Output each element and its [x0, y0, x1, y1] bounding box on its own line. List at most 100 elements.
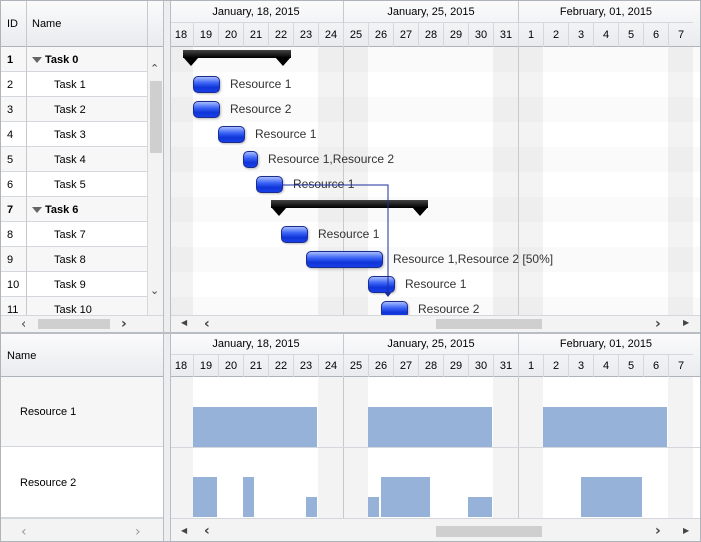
resource-name: Resource 2	[20, 476, 77, 489]
task-row[interactable]: 5 Task 4	[1, 147, 147, 172]
task-bar[interactable]	[381, 301, 408, 315]
task-bar[interactable]	[193, 101, 220, 118]
scroll-right-icon[interactable]: ›	[655, 317, 661, 331]
task-row[interactable]: 11 Task 10	[1, 297, 147, 315]
task-row[interactable]: 8 Task 7	[1, 222, 147, 247]
task-name-cell: Task 10	[27, 297, 147, 316]
grid-vertical-scrollbar[interactable]: ⌃ ⌄	[147, 47, 163, 315]
task-bar[interactable]	[193, 76, 220, 93]
day-header: 31	[493, 355, 518, 377]
task-name-cell: Task 1	[27, 72, 147, 97]
column-header-id[interactable]: ID	[1, 1, 27, 47]
timeline-horizontal-scrollbar[interactable]: ◀ ‹ › ▶	[171, 315, 700, 332]
task-bar[interactable]	[256, 176, 283, 193]
scroll-down-icon[interactable]: ⌄	[150, 285, 159, 296]
task-row[interactable]: 7 Task 6	[1, 197, 147, 222]
task-bar[interactable]	[306, 251, 383, 268]
task-row[interactable]: 6 Task 5	[1, 172, 147, 197]
expand-collapse-icon[interactable]	[32, 56, 42, 63]
column-header-name-label: Name	[32, 18, 62, 30]
task-id: 10	[1, 272, 27, 297]
grid-horizontal-scrollbar-thumb[interactable]	[38, 319, 110, 329]
row-stripe	[171, 197, 700, 222]
task-name-cell: Task 5	[27, 172, 147, 197]
timeline-header: January, 18, 2015 January, 25, 2015 Februa…	[171, 1, 700, 47]
scroll-first-icon[interactable]: ◀	[181, 319, 187, 327]
task-bar[interactable]	[368, 276, 395, 293]
task-row[interactable]: 3 Task 2	[1, 97, 147, 122]
resource-row[interactable]: Resource 1	[1, 377, 163, 447]
vertical-splitter[interactable]	[163, 1, 171, 541]
task-row[interactable]: 9 Task 8	[1, 247, 147, 272]
resource-column-header-name[interactable]: Name	[1, 334, 163, 377]
day-header: 6	[643, 23, 668, 47]
task-row[interactable]: 4 Task 3	[1, 122, 147, 147]
weekend-column	[171, 47, 193, 315]
day-header: 22	[268, 355, 293, 377]
day-header: 21	[243, 355, 268, 377]
scroll-left-icon[interactable]: ‹	[204, 317, 210, 331]
day-header: 2	[543, 23, 568, 47]
task-bar[interactable]	[218, 126, 245, 143]
day-header: 19	[193, 23, 218, 47]
resource-scroll-last-icon[interactable]: ▶	[683, 527, 689, 535]
day-header: 28	[418, 23, 443, 47]
week-header: January, 18, 2015	[171, 1, 343, 23]
resource-load-bar	[581, 477, 642, 517]
task-name: Task 5	[54, 178, 86, 191]
day-header: 31	[493, 23, 518, 47]
task-id-text: 5	[7, 153, 14, 166]
task-row[interactable]: 1 Task 0	[1, 47, 147, 72]
resource-scroll-left-icon[interactable]: ‹	[204, 524, 210, 538]
grid-horizontal-scrollbar[interactable]: ‹ ›	[1, 315, 163, 332]
week-header: February, 01, 2015	[518, 1, 693, 23]
resource-scroll-right-icon[interactable]: ›	[655, 524, 661, 538]
day-header: 7	[668, 23, 693, 47]
resource-timeline-scrollbar-thumb[interactable]	[436, 526, 542, 537]
task-bar[interactable]	[281, 226, 308, 243]
task-name-cell: Task 8	[27, 247, 147, 272]
grid-scroll-right-icon[interactable]: ›	[121, 317, 127, 331]
task-name: Task 0	[45, 53, 79, 66]
task-row[interactable]: 10 Task 9	[1, 272, 147, 297]
grid-scroll-left-icon[interactable]: ‹	[21, 318, 26, 331]
task-bar[interactable]	[243, 151, 258, 168]
day-header: 28	[418, 355, 443, 377]
resource-grid-scroll-right-icon[interactable]: ›	[135, 525, 141, 539]
task-id: 8	[1, 222, 27, 247]
day-header: 26	[368, 355, 393, 377]
scroll-up-icon[interactable]: ⌃	[150, 63, 159, 74]
day-header: 24	[318, 355, 343, 377]
task-id: 4	[1, 122, 27, 147]
resource-row[interactable]: Resource 2	[1, 447, 163, 518]
summary-bar[interactable]	[271, 200, 428, 208]
task-name: Task 10	[54, 303, 92, 316]
grid-vertical-scrollbar-thumb[interactable]	[150, 81, 162, 153]
resource-grid-horizontal-scrollbar[interactable]: ‹ ›	[1, 518, 163, 541]
day-header: 23	[293, 23, 318, 47]
task-name: Task 7	[54, 228, 86, 241]
resource-load-bar	[306, 497, 317, 517]
task-id: 6	[1, 172, 27, 197]
day-header: 30	[468, 23, 493, 47]
day-header: 2	[543, 355, 568, 377]
task-name-cell: Task 0	[27, 47, 147, 72]
resource-load-bar	[193, 477, 217, 517]
grid-header-filler	[147, 1, 163, 47]
expand-collapse-icon[interactable]	[32, 206, 42, 213]
timeline-horizontal-scrollbar-thumb[interactable]	[436, 319, 542, 329]
task-name: Task 6	[45, 203, 79, 216]
resource-timeline-horizontal-scrollbar[interactable]: ◀ ‹ › ▶	[171, 518, 700, 541]
day-header: 3	[568, 23, 593, 47]
resource-scroll-first-icon[interactable]: ◀	[181, 527, 187, 535]
task-row[interactable]: 2 Task 1	[1, 72, 147, 97]
task-name-cell: Task 2	[27, 97, 147, 122]
column-header-id-label: ID	[7, 18, 18, 30]
task-name: Task 4	[54, 153, 86, 166]
task-name: Task 2	[54, 103, 86, 116]
scroll-last-icon[interactable]: ▶	[683, 319, 689, 327]
column-header-name[interactable]: Name	[27, 1, 147, 47]
day-header: 1	[518, 23, 543, 47]
resource-grid-scroll-left-icon[interactable]: ‹	[21, 525, 27, 539]
day-header: 1	[518, 355, 543, 377]
